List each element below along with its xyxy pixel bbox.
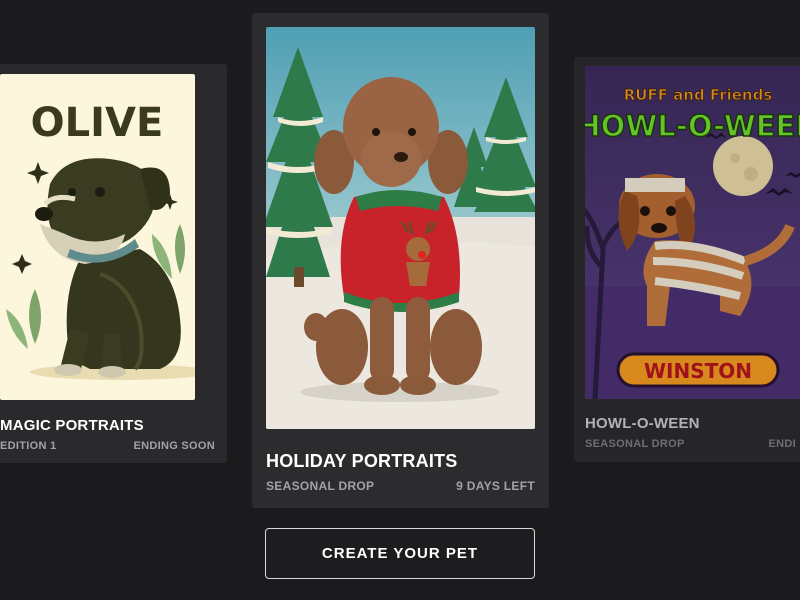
card-edition-label: EDITION 1 xyxy=(0,440,57,452)
product-card-holiday-portraits[interactable]: HOLIDAY PORTRAITS SEASONAL DROP 9 DAYS L… xyxy=(252,13,549,508)
card-status-label: ENDING SOON xyxy=(133,440,215,452)
card-days-left-label: 9 DAYS LEFT xyxy=(456,479,535,493)
card-title: MAGIC PORTRAITS xyxy=(0,417,144,434)
poster-title: HOWL-O-WEEN xyxy=(585,109,800,143)
create-your-pet-button[interactable]: CREATE YOUR PET xyxy=(265,528,535,579)
card-drop-label: SEASONAL DROP xyxy=(266,479,375,493)
product-card-magic-portraits[interactable]: OLIVE MAGIC PORTRAITS EDITION 1 ENDING S… xyxy=(0,64,227,463)
howl-o-ween-poster-image: RUFF and Friends HOWL-O-WEEN WINSTON xyxy=(585,66,800,399)
holiday-poodle-image xyxy=(266,27,535,429)
poster-name: WINSTON xyxy=(644,359,752,383)
card-drop-label: SEASONAL DROP xyxy=(585,438,685,450)
product-card-howl-o-ween[interactable]: RUFF and Friends HOWL-O-WEEN WINSTON HOW… xyxy=(574,57,800,462)
card-title: HOWL-O-WEEN xyxy=(585,415,700,432)
olive-art-text: OLIVE xyxy=(31,100,164,146)
card-title: HOLIDAY PORTRAITS xyxy=(266,451,458,471)
card-status-label: ENDI xyxy=(768,438,796,450)
poster-subtitle: RUFF and Friends xyxy=(624,86,773,104)
olive-portrait-image: OLIVE xyxy=(0,74,195,400)
carousel-stage: OLIVE MAGIC PORTRAITS EDITION 1 ENDING S… xyxy=(0,0,800,600)
